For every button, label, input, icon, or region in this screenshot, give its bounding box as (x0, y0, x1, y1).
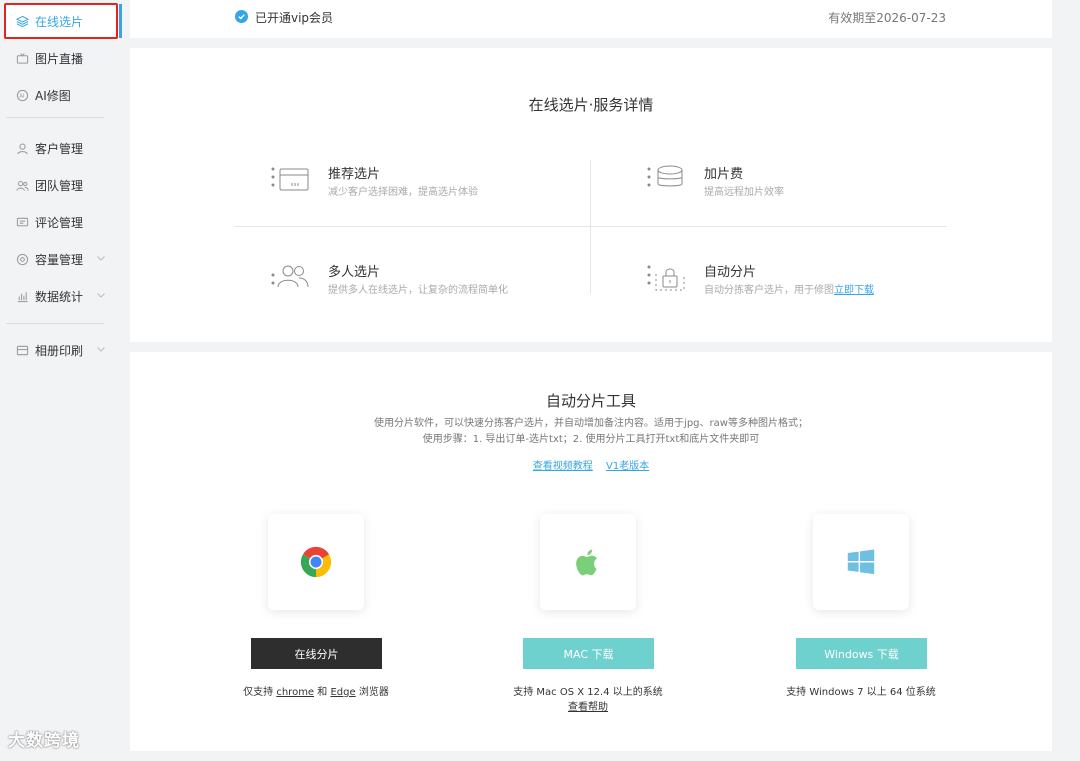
sidebar-item-photo-live[interactable]: 图片直播 (0, 40, 118, 76)
svg-text:AI: AI (19, 93, 24, 99)
sidebar-item-label: 评论管理 (35, 215, 84, 230)
service-title: 在线选片·服务详情 (528, 96, 654, 114)
note-text: 仅支持 (243, 687, 274, 698)
video-tutorial-link[interactable]: 查看视频教程 (533, 461, 593, 472)
sidebar-item-label: 相册印刷 (35, 343, 84, 358)
note-text: 和 (317, 687, 328, 698)
feature-desc-text: 自动分拣客户选片，用于修图 (704, 285, 834, 296)
feature-recommend: 推荐选片 减少客户选择困难，提高选片体验 (270, 163, 570, 203)
sidebar-divider (6, 117, 104, 118)
vip-status-text: 已开通vip会员 (255, 11, 334, 25)
tool-desc-line: 使用分片软件，可以快速分拣客户选片，并自动增加备注内容。适用于jpg、raw等多… (374, 418, 808, 429)
chevron-down-icon (97, 293, 105, 298)
feature-name: 推荐选片 (328, 167, 381, 182)
feature-name: 多人选片 (328, 265, 381, 280)
note-text: 支持 Mac OS X 12.4 以上的系统 (513, 687, 663, 698)
feature-desc: 提供多人在线选片，让复杂的流程简单化 (328, 285, 508, 296)
sidebar-item-comments[interactable]: 评论管理 (0, 204, 118, 240)
feature-multi-user: 多人选片 提供多人在线选片，让复杂的流程简单化 (270, 261, 590, 301)
layers-icon (16, 15, 29, 28)
tool-title: 自动分片工具 (545, 392, 636, 410)
sidebar-item-label: 图片直播 (35, 51, 84, 66)
feature-auto-split: 自动分片 自动分拣客户选片，用于修图立即下载 (646, 261, 966, 301)
chevron-down-icon (97, 256, 105, 261)
sidebar-item-statistics[interactable]: 数据统计 (0, 278, 118, 314)
view-help-link[interactable]: 查看帮助 (568, 702, 608, 713)
vip-expire-date: 有效期至2026-07-23 (828, 11, 946, 25)
mac-download-button[interactable]: MAC 下载 (523, 638, 654, 669)
chrome-link[interactable]: chrome (276, 687, 314, 698)
sidebar-item-label: 客户管理 (35, 141, 84, 156)
old-version-link[interactable]: V1老版本 (606, 461, 649, 472)
feature-desc: 提高远程加片效率 (704, 187, 784, 198)
sidebar-item-customers[interactable]: 客户管理 (0, 130, 118, 166)
multi-user-icon (270, 261, 314, 297)
feature-extra-fee: 加片费 提高远程加片效率 (646, 163, 946, 203)
feature-name: 自动分片 (704, 265, 757, 280)
recommend-icon (270, 163, 314, 199)
note-text: 支持 Windows 7 以上 64 位系统 (786, 687, 936, 698)
comment-icon (16, 216, 29, 229)
check-icon (235, 10, 248, 23)
storage-icon (16, 253, 29, 266)
sidebar-item-label: 在线选片 (35, 14, 84, 29)
mac-support-note: 支持 Mac OS X 12.4 以上的系统 查看帮助 (448, 685, 728, 715)
chrome-icon (268, 514, 364, 610)
sidebar-item-label: AI修图 (35, 88, 71, 103)
vip-status-bar: 已开通vip会员 有效期至2026-07-23 (130, 0, 1052, 38)
feature-name: 加片费 (704, 167, 744, 182)
download-now-link[interactable]: 立即下载 (834, 285, 874, 296)
auto-split-tool-card: 自动分片工具 使用分片软件，可以快速分拣客户选片，并自动增加备注内容。适用于jp… (130, 352, 1052, 751)
sidebar-item-team[interactable]: 团队管理 (0, 167, 118, 203)
tool-description: 使用分片软件，可以快速分拣客户选片，并自动增加备注内容。适用于jpg、raw等多… (130, 416, 1052, 448)
user-icon (16, 142, 29, 155)
browser-support-note: 仅支持 chrome 和 Edge 浏览器 (176, 685, 456, 700)
tool-desc-line: 使用步骤：1. 导出订单-选片txt；2. 使用分片工具打开txt和底片文件夹即… (422, 434, 760, 445)
lock-icon (646, 261, 690, 297)
active-indicator (119, 4, 122, 38)
windows-icon (813, 514, 909, 610)
chart-icon (16, 290, 29, 303)
ai-icon: AI (16, 89, 29, 102)
sidebar-item-album-print[interactable]: 相册印刷 (0, 332, 118, 368)
apple-icon (540, 514, 636, 610)
sidebar: 在线选片 图片直播 AI AI修图 客户管理 团队管理 评论管理 容量管理 数据… (0, 0, 122, 761)
tool-links: 查看视频教程 V1老版本 (130, 457, 1052, 472)
album-icon (16, 344, 29, 357)
feature-desc: 减少客户选择困难，提高选片体验 (328, 187, 478, 198)
grid-divider (590, 160, 591, 294)
sidebar-item-storage[interactable]: 容量管理 (0, 241, 118, 277)
sidebar-item-label: 容量管理 (35, 252, 84, 267)
chevron-down-icon (97, 347, 105, 352)
windows-support-note: 支持 Windows 7 以上 64 位系统 (721, 685, 1001, 700)
grid-divider (235, 226, 947, 227)
online-split-button[interactable]: 在线分片 (251, 638, 382, 669)
edge-link[interactable]: Edge (330, 687, 355, 698)
note-text: 浏览器 (358, 687, 389, 698)
feature-desc: 自动分拣客户选片，用于修图立即下载 (704, 281, 874, 296)
sidebar-item-label: 团队管理 (35, 178, 84, 193)
team-icon (16, 179, 29, 192)
sidebar-divider (6, 323, 104, 324)
service-details-card: 在线选片·服务详情 推荐选片 减少客户选择困难，提高选片体验 加片费 提高远程加… (130, 48, 1052, 342)
windows-download-button[interactable]: Windows 下载 (796, 638, 927, 669)
coins-icon (646, 163, 690, 199)
sidebar-item-label: 数据统计 (35, 289, 84, 304)
sidebar-item-online-selection[interactable]: 在线选片 (4, 3, 118, 39)
watermark: 大数跨境 (8, 731, 80, 751)
sidebar-item-ai-retouch[interactable]: AI AI修图 (0, 77, 118, 113)
tv-icon (16, 52, 29, 65)
